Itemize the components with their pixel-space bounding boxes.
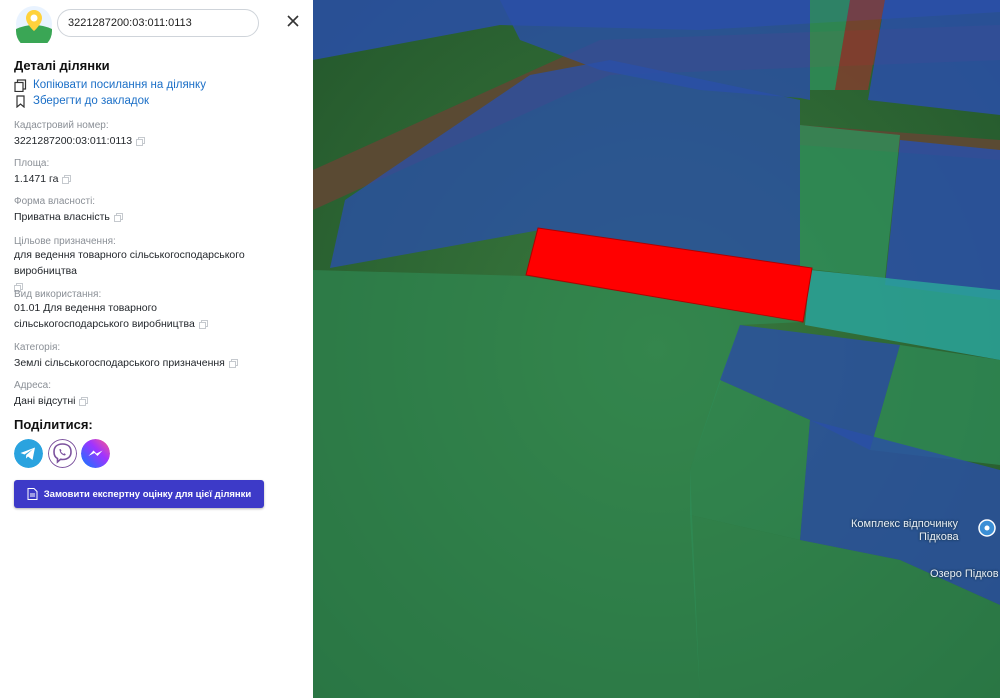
purpose-value-row: для ведення товарного сільськогосподарсь… [14, 247, 304, 295]
purpose-label: Цільове призначення: [14, 236, 116, 247]
address-value-row: Дані відсутні [14, 393, 304, 409]
copy-link-button[interactable]: Копіювати посилання на ділянку [14, 77, 206, 93]
viber-icon[interactable] [48, 439, 77, 468]
copy-icon [14, 78, 27, 92]
ownership-label: Форма власності: [14, 196, 96, 207]
category-value: Землі сільськогосподарського призначення [14, 357, 225, 369]
area-label: Площа: [14, 158, 50, 169]
messenger-icon[interactable] [81, 439, 110, 468]
copy-value-icon[interactable] [113, 212, 123, 222]
parcel-blue[interactable] [885, 140, 1000, 300]
category-label: Категорія: [14, 342, 61, 353]
area-value: 1.1471 га [14, 173, 59, 185]
category-value-row: Землі сільськогосподарського призначення [14, 355, 304, 371]
details-panel: Деталі ділянки Копіювати посилання на ді… [0, 0, 313, 698]
address-value: Дані відсутні [14, 395, 76, 407]
usage-value-row: 01.01 Для ведення товарного сільськогосп… [14, 300, 274, 332]
copy-value-icon[interactable] [198, 319, 208, 329]
ownership-value: Приватна власність [14, 211, 110, 223]
map-label-lake[interactable]: Озеро Підков [930, 568, 999, 580]
copy-value-icon[interactable] [62, 174, 72, 184]
details-title: Деталі ділянки [14, 58, 110, 73]
usage-label: Вид використання: [14, 289, 102, 300]
area-value-row: 1.1471 га [14, 171, 304, 187]
usage-value: 01.01 Для ведення товарного сільськогосп… [14, 302, 195, 330]
cadastral-value-row: 3221287200:03:011:0113 [14, 133, 304, 149]
bookmark-button[interactable]: Зберегти до закладок [14, 93, 149, 109]
close-icon[interactable] [284, 12, 302, 30]
copy-link-label: Копіювати посилання на ділянку [33, 79, 206, 91]
satellite-map[interactable] [313, 0, 1000, 698]
order-valuation-button[interactable]: Замовити експертну оцінку для цієї ділян… [14, 480, 264, 508]
ownership-value-row: Приватна власність [14, 209, 304, 225]
app-logo-icon[interactable] [15, 5, 53, 43]
address-label: Адреса: [14, 380, 51, 391]
cadastral-label: Кадастровий номер: [14, 120, 109, 131]
share-title: Поділитися: [14, 417, 93, 432]
bookmark-icon [16, 94, 25, 108]
purpose-value: для ведення товарного сільськогосподарсь… [14, 249, 245, 277]
search-input[interactable] [57, 9, 259, 37]
copy-value-icon[interactable] [136, 136, 146, 146]
cadastral-value: 3221287200:03:011:0113 [14, 135, 133, 147]
document-icon [27, 488, 38, 500]
parcel-blue[interactable] [868, 0, 1000, 115]
bookmark-label: Зберегти до закладок [33, 95, 150, 107]
order-valuation-label: Замовити експертну оцінку для цієї ділян… [43, 488, 252, 500]
copy-value-icon[interactable] [228, 358, 238, 368]
map-label-complex-1[interactable]: Комплекс відпочинку [851, 518, 958, 530]
map-label-complex-2[interactable]: Підкова [919, 531, 959, 543]
map-view[interactable]: Комплекс відпочинку Підкова Озеро Підков [313, 0, 1000, 698]
parcel-green[interactable] [800, 125, 900, 278]
copy-value-icon[interactable] [79, 396, 89, 406]
telegram-icon[interactable] [14, 439, 43, 468]
map-pin-center [984, 525, 990, 531]
